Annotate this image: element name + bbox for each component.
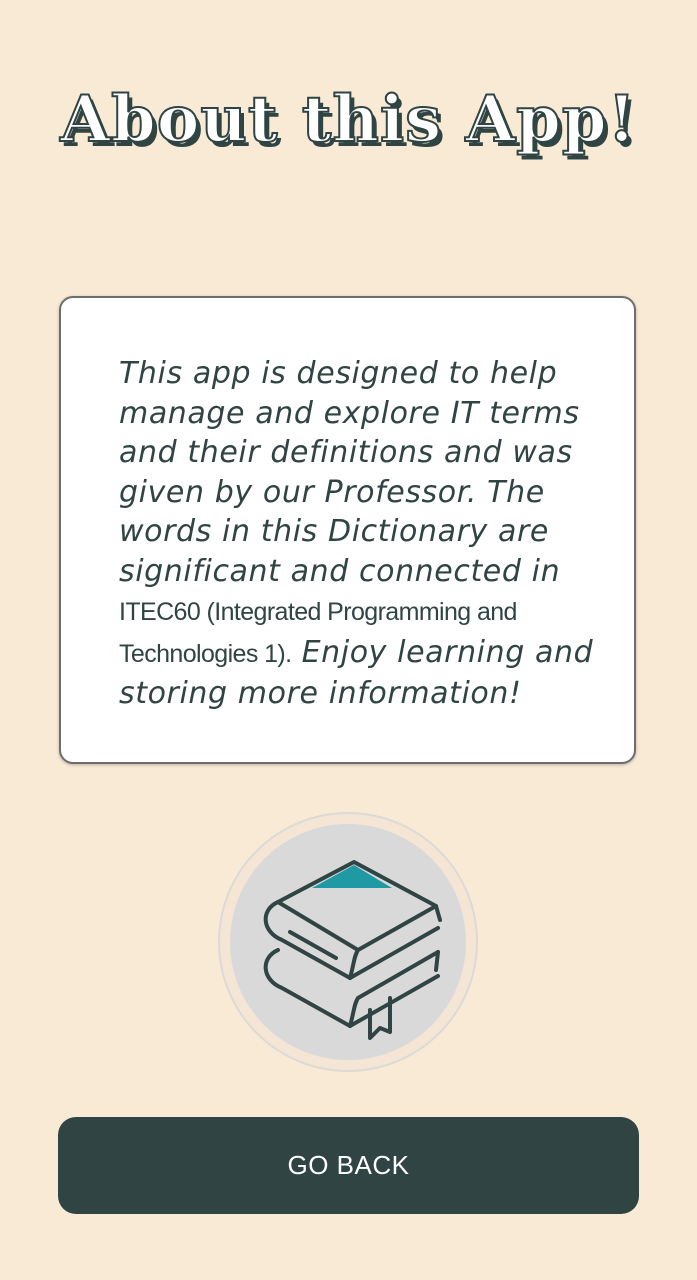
- books-stack-icon: [263, 860, 442, 1040]
- go-back-button[interactable]: GO BACK: [58, 1117, 639, 1214]
- about-description: This app is designed to help manage and …: [119, 354, 599, 714]
- about-card: This app is designed to help manage and …: [59, 296, 636, 764]
- page-title: About this App!: [59, 82, 637, 157]
- about-text-part-1: This app is designed to help manage and …: [119, 356, 580, 589]
- app-logo: [218, 812, 478, 1072]
- logo-circle: [230, 824, 466, 1060]
